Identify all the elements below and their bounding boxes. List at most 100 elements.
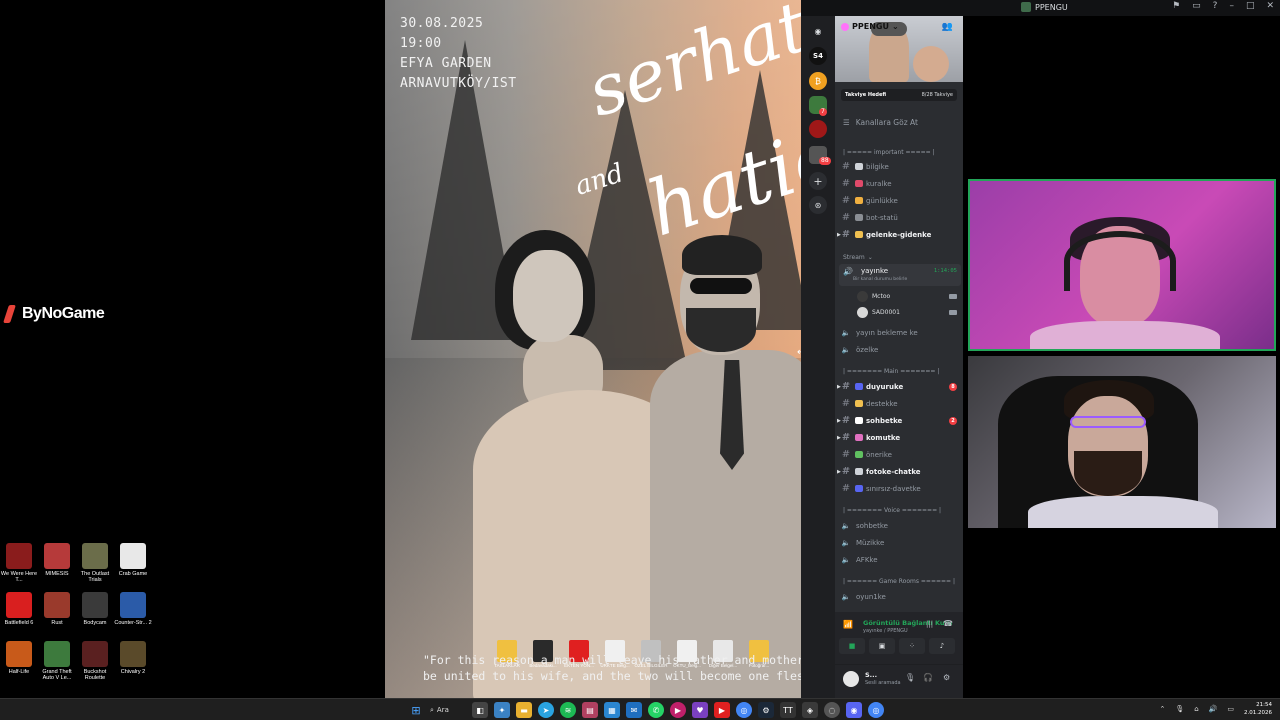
task-view-icon[interactable]: ◧ (472, 702, 488, 718)
server-icon-s4[interactable]: S4 (809, 47, 827, 65)
server-banner[interactable]: PPENGU ⌄ 👥 (835, 16, 963, 82)
voice-channel[interactable]: 🔈 AFKke (839, 552, 961, 567)
desktop-icon[interactable]: Bodycam (76, 589, 114, 638)
browse-channels[interactable]: ☰ Kanallara Göz At (843, 118, 918, 127)
username[interactable]: S... (865, 671, 877, 679)
chevron-up-icon[interactable]: ⌃ (1159, 705, 1165, 713)
headphones-icon[interactable]: 🎧 (923, 673, 933, 682)
chrome-profile-icon[interactable]: ◎ (868, 702, 884, 718)
outlook-icon[interactable]: ✉ (626, 702, 642, 718)
help-icon[interactable]: ? (1213, 1, 1218, 11)
volume-icon[interactable]: 🔊 (1209, 705, 1218, 713)
video-tile-2[interactable] (968, 356, 1276, 528)
text-channel[interactable]: ▶ # komutke (837, 430, 961, 445)
battery-icon[interactable]: ▭ (1227, 705, 1234, 713)
text-channel[interactable]: # destekke (839, 396, 961, 411)
app-icon-dark[interactable]: ◈ (802, 702, 818, 718)
noise-suppression-icon[interactable]: ||| (926, 620, 933, 628)
youtube-icon[interactable]: ▶ (714, 702, 730, 718)
text-channel[interactable]: # günlükke (839, 193, 961, 208)
text-channel[interactable]: # bot-statü (839, 210, 961, 225)
desktop-icon[interactable]: Battlefield 6 (0, 589, 38, 638)
telegram-icon[interactable]: ➤ (538, 702, 554, 718)
start-icon[interactable]: ⊞ (408, 702, 424, 718)
app-icon-round[interactable]: ◌ (824, 702, 840, 718)
desktop-icon[interactable]: Counter-Str... 2 (114, 589, 152, 638)
pin-icon[interactable]: ⚑ (1172, 1, 1180, 11)
spotify-icon[interactable]: ≋ (560, 702, 576, 718)
desktop-icon[interactable]: Buckshot Roulette (76, 638, 114, 687)
game-icon (82, 592, 108, 618)
clock[interactable]: 21:54 2.01.2026 (1244, 701, 1272, 717)
desktop-icon[interactable]: The Outlast Trials (76, 540, 114, 589)
screen-share-button[interactable]: ▣ (869, 638, 895, 654)
copilot-icon[interactable]: ✦ (494, 702, 510, 718)
camera-button[interactable]: ■ (839, 638, 865, 654)
text-channel[interactable]: ▶ # sohbetke 2 (837, 413, 961, 428)
desktop-icon[interactable]: Crab Game (114, 540, 152, 589)
video-tile-1[interactable] (968, 179, 1276, 351)
settings-icon[interactable]: ⚙ (943, 673, 950, 682)
voice-channel[interactable]: 🔈 yayın bekleme ke (839, 325, 961, 340)
category-important[interactable]: | ===== important ===== | (843, 149, 935, 156)
discover-icon[interactable]: ⊛ (809, 196, 827, 214)
user-avatar[interactable] (843, 671, 859, 687)
desktop-icon[interactable]: Grand Theft Auto V Le... (38, 638, 76, 687)
chrome-icon[interactable]: ◎ (736, 702, 752, 718)
voice-member[interactable]: SAD0001 (857, 307, 957, 318)
category-voice[interactable]: | ======= Voice ======= | (843, 507, 941, 514)
server-icon-bitcoin[interactable]: ₿ (809, 72, 827, 90)
media-player-icon[interactable]: ▶ (670, 702, 686, 718)
invite-people-icon[interactable]: 👥 (942, 22, 953, 32)
desktop-icon[interactable]: MIMESIS (38, 540, 76, 589)
monitor-icon[interactable]: ▭ (1192, 1, 1201, 11)
server-icon-red[interactable] (809, 120, 827, 138)
voice-status[interactable]: Görüntülü Bağlantı Kuru (863, 619, 952, 627)
voice-channel-path[interactable]: yayınke / PPENGU (863, 628, 908, 634)
desktop-icon[interactable]: We Were Here T... (0, 540, 38, 589)
voice-channel[interactable]: 🔈 sohbetke (839, 518, 961, 533)
discord-home-icon[interactable]: ◉ (809, 22, 827, 40)
category-main[interactable]: | ======= Main ======= | (843, 368, 939, 375)
text-channel[interactable]: ▶ # fotoke-chatke (837, 464, 961, 479)
discord-titlebar: PPENGU ⚑ ▭ ? – □ ✕ (801, 0, 1280, 16)
desktop-icon[interactable]: Rust (38, 589, 76, 638)
app-icon-purple[interactable]: ♥ (692, 702, 708, 718)
text-channel[interactable]: # bilgike (839, 159, 961, 174)
text-channel[interactable]: ▶ # duyuruke 8 (837, 379, 961, 394)
boost-goal[interactable]: Takviye Hedefi 8/28 Takviye (841, 89, 957, 101)
steam-icon[interactable]: ⚙ (758, 702, 774, 718)
taskbar-search[interactable]: ⌕ Ara (430, 706, 466, 715)
server-name[interactable]: PPENGU ⌄ (841, 22, 899, 31)
microphone-tray-icon[interactable]: 🎙 (1175, 705, 1184, 713)
minimize-icon[interactable]: – (1229, 1, 1234, 11)
text-channel[interactable]: # sınırsız-davetke (839, 481, 961, 496)
add-server-icon[interactable]: + (809, 172, 827, 190)
text-channel[interactable]: ▶ # gelenke-gidenke (837, 227, 961, 242)
whatsapp-icon[interactable]: ✆ (648, 702, 664, 718)
voice-channel[interactable]: 🔈 oyun1ke (839, 589, 961, 604)
category-stream[interactable]: Stream ⌄ (843, 254, 873, 261)
photos-icon[interactable]: ▤ (582, 702, 598, 718)
file-explorer-icon[interactable]: ▬ (516, 702, 532, 718)
category-game-rooms[interactable]: | ====== Game Rooms ====== | (843, 578, 955, 585)
network-icon[interactable]: ⌂ (1194, 705, 1198, 713)
voice-channel[interactable]: 🔈 Müzikke (839, 535, 961, 550)
text-channel[interactable]: # kuralke (839, 176, 961, 191)
close-icon[interactable]: ✕ (1266, 1, 1274, 11)
desktop-icon[interactable]: Half-Life (0, 638, 38, 687)
hash-icon: # (841, 212, 851, 223)
app-icon-tt[interactable]: TT (780, 702, 796, 718)
voice-channel[interactable]: 🔈 özelke (839, 342, 961, 357)
desktop-icon[interactable]: Chivalry 2 (114, 638, 152, 687)
voice-channel-yayinke[interactable]: 🔊 yayınke 1:14:05 Bir kanal durumu belir… (839, 264, 961, 286)
disconnect-icon[interactable]: ☎ (943, 619, 953, 628)
discord-taskbar-icon[interactable]: ◉ (846, 702, 862, 718)
voice-member[interactable]: Mctoo (857, 291, 957, 302)
activities-button[interactable]: ⁘ (899, 638, 925, 654)
mic-icon[interactable]: 🎙 (905, 673, 915, 682)
soundboard-button[interactable]: ♪ (929, 638, 955, 654)
store-icon[interactable]: ▦ (604, 702, 620, 718)
maximize-icon[interactable]: □ (1246, 1, 1255, 11)
text-channel[interactable]: # önerike (839, 447, 961, 462)
